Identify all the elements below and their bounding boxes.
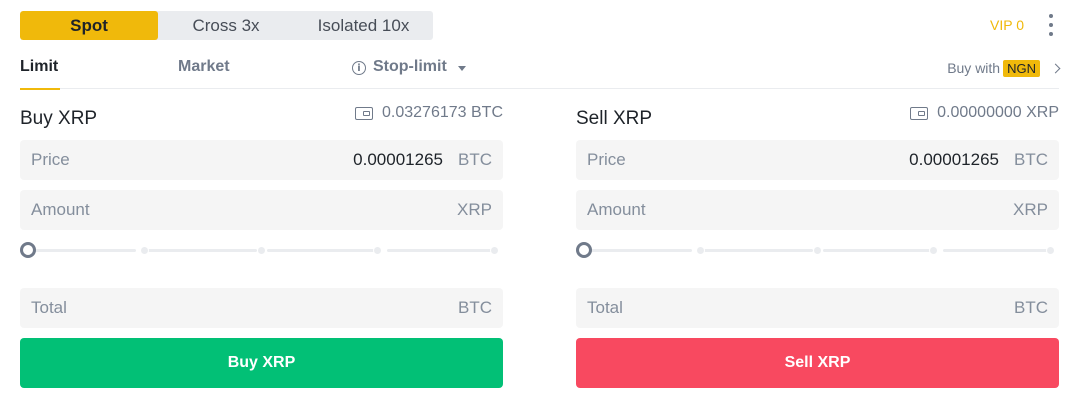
buy-available-balance: 0.03276173 BTC (355, 104, 503, 122)
sell-amount-input[interactable]: Amount XRP (576, 190, 1059, 230)
buy-total-unit: BTC (458, 298, 492, 317)
buy-with-link[interactable]: Buy with NGN (947, 56, 1061, 80)
currency-badge: NGN (1003, 59, 1040, 77)
order-type-tabs: Limit Market i Stop-limit Buy with NGN (20, 56, 1061, 90)
tab-isolated-10x[interactable]: Isolated 10x (294, 11, 433, 40)
buy-amount-label: Amount (31, 200, 90, 219)
slider-handle[interactable] (20, 242, 36, 258)
buy-price-unit: BTC (458, 150, 492, 169)
buy-price-value[interactable]: 0.00001265 (353, 150, 443, 170)
tab-stop-limit-label: Stop-limit (373, 58, 447, 75)
tab-market-label: Market (178, 58, 230, 75)
buy-amount-slider[interactable] (20, 240, 503, 260)
sell-amount-label: Amount (587, 200, 646, 219)
tab-stop-limit[interactable]: i Stop-limit (352, 56, 466, 89)
buy-panel-title: Buy XRP (20, 108, 98, 129)
slider-mark-75[interactable] (929, 246, 938, 255)
sell-panel-title: Sell XRP (576, 108, 653, 129)
more-vertical-icon[interactable] (1044, 14, 1058, 36)
sell-price-label: Price (587, 150, 626, 169)
sell-total-input[interactable]: Total BTC (576, 288, 1059, 328)
buy-panel: Buy XRP 0.03276173 BTC Price 0.00001265 … (20, 100, 503, 388)
slider-mark-25[interactable] (696, 246, 705, 255)
wallet-icon (355, 106, 374, 120)
buy-balance-value: 0.03276173 BTC (382, 104, 503, 121)
buy-price-label: Price (31, 150, 70, 169)
tab-spot[interactable]: Spot (20, 11, 158, 40)
wallet-icon (910, 106, 929, 120)
sell-balance-value: 0.00000000 XRP (937, 104, 1059, 121)
buy-xrp-button[interactable]: Buy XRP (20, 338, 503, 388)
chevron-right-icon (1050, 63, 1061, 73)
slider-mark-100[interactable] (1046, 246, 1055, 255)
sell-amount-slider[interactable] (576, 240, 1059, 260)
slider-mark-75[interactable] (373, 246, 382, 255)
buy-amount-unit: XRP (457, 200, 492, 219)
vip-level[interactable]: VIP 0 (990, 17, 1024, 33)
sell-total-label: Total (587, 298, 623, 317)
buy-total-label: Total (31, 298, 67, 317)
sell-panel: Sell XRP 0.00000000 XRP Price 0.00001265… (576, 100, 1059, 388)
dropdown-caret-icon (457, 66, 466, 71)
sell-price-value[interactable]: 0.00001265 (909, 150, 999, 170)
buy-with-label: Buy with (947, 60, 1001, 76)
slider-mark-100[interactable] (490, 246, 499, 255)
sell-price-unit: BTC (1014, 150, 1048, 169)
slider-handle[interactable] (576, 242, 592, 258)
slider-mark-50[interactable] (813, 246, 822, 255)
sell-total-unit: BTC (1014, 298, 1048, 317)
info-icon[interactable]: i (352, 61, 366, 75)
sell-amount-unit: XRP (1013, 200, 1048, 219)
slider-mark-25[interactable] (140, 246, 149, 255)
sell-available-balance: 0.00000000 XRP (910, 104, 1059, 122)
tab-limit-label: Limit (20, 58, 59, 75)
tab-market[interactable]: Market (178, 56, 230, 89)
sell-xrp-button[interactable]: Sell XRP (576, 338, 1059, 388)
sell-price-input[interactable]: Price 0.00001265 BTC (576, 140, 1059, 180)
buy-price-input[interactable]: Price 0.00001265 BTC (20, 140, 503, 180)
tab-cross-3x[interactable]: Cross 3x (158, 11, 294, 40)
slider-mark-50[interactable] (257, 246, 266, 255)
buy-amount-input[interactable]: Amount XRP (20, 190, 503, 230)
buy-total-input[interactable]: Total BTC (20, 288, 503, 328)
margin-mode-switch: Spot Cross 3x Isolated 10x (20, 11, 433, 40)
tab-limit[interactable]: Limit (20, 56, 61, 90)
